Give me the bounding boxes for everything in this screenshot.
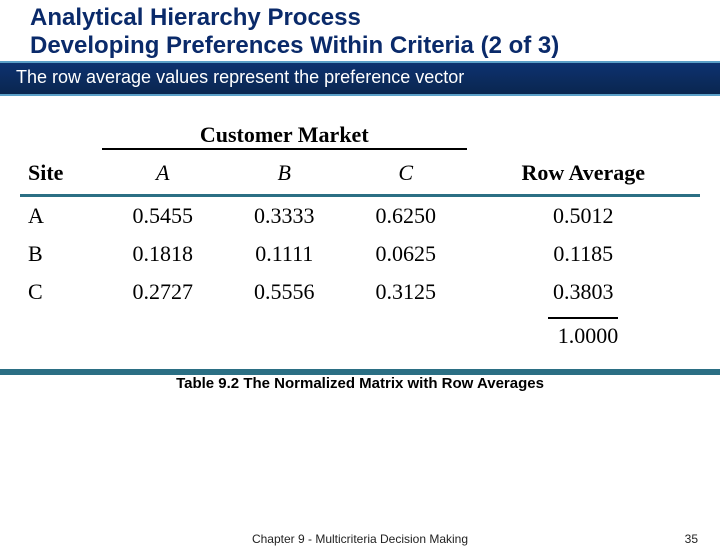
super-header-label: Customer Market bbox=[102, 116, 467, 149]
cell-value: 0.5455 bbox=[102, 197, 224, 235]
table-header-row: Site A B C Row Average bbox=[20, 149, 700, 196]
cell-value: 0.5556 bbox=[224, 273, 346, 311]
col-a: A bbox=[102, 149, 224, 196]
cell-site: A bbox=[20, 197, 102, 235]
cell-value: 0.3333 bbox=[224, 197, 346, 235]
cell-value: 0.3125 bbox=[345, 273, 467, 311]
title-line-2: Developing Preferences Within Criteria (… bbox=[30, 32, 720, 60]
slide-title-block: Analytical Hierarchy Process Developing … bbox=[0, 0, 720, 61]
cell-value: 0.2727 bbox=[102, 273, 224, 311]
table-row: C 0.2727 0.5556 0.3125 0.3803 bbox=[20, 273, 700, 311]
table-container: Customer Market Site A B C Row Average A… bbox=[0, 96, 720, 365]
normalized-matrix-table: Customer Market Site A B C Row Average A… bbox=[20, 116, 700, 355]
col-site: Site bbox=[20, 149, 102, 196]
col-b: B bbox=[224, 149, 346, 196]
col-rowavg: Row Average bbox=[467, 149, 701, 196]
cell-value: 0.0625 bbox=[345, 235, 467, 273]
table-row: A 0.5455 0.3333 0.6250 0.5012 bbox=[20, 197, 700, 235]
col-c: C bbox=[345, 149, 467, 196]
footer-page-number: 35 bbox=[685, 532, 698, 546]
cell-value: 0.1111 bbox=[224, 235, 346, 273]
cell-value: 0.6250 bbox=[345, 197, 467, 235]
subtitle-text: The row average values represent the pre… bbox=[16, 67, 464, 87]
cell-rowavg: 0.5012 bbox=[467, 197, 701, 235]
cell-rowavg: 0.3803 bbox=[467, 273, 701, 311]
cell-rowavg: 0.1185 bbox=[467, 235, 701, 273]
title-line-1: Analytical Hierarchy Process bbox=[30, 4, 720, 32]
table-super-header: Customer Market bbox=[20, 116, 700, 149]
cell-site: B bbox=[20, 235, 102, 273]
subtitle-band: The row average values represent the pre… bbox=[0, 61, 720, 96]
cell-value: 0.1818 bbox=[102, 235, 224, 273]
footer-chapter: Chapter 9 - Multicriteria Decision Makin… bbox=[0, 532, 720, 546]
table-caption: Table 9.2 The Normalized Matrix with Row… bbox=[0, 375, 720, 392]
rowavg-total: 1.0000 bbox=[548, 317, 618, 349]
table-total-row: 1.0000 bbox=[20, 311, 700, 355]
cell-site: C bbox=[20, 273, 102, 311]
table-row: B 0.1818 0.1111 0.0625 0.1185 bbox=[20, 235, 700, 273]
